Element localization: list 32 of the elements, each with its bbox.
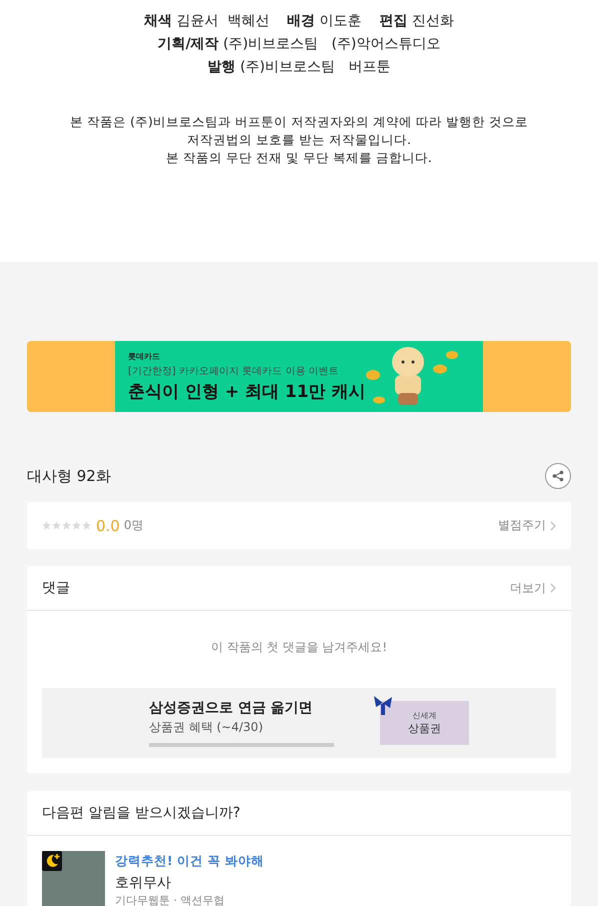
credit-line: 채색 김윤서 백혜선 배경 이도훈 편집 진선화 [143,12,455,31]
comic-genre: 기다무웹툰 · 액션무협 [115,894,226,906]
empty-comments-message: 이 작품의 첫 댓글을 남겨주세요! [210,639,388,656]
thumbnail-placeholder[interactable] [42,851,105,906]
rating-count: 0명 [124,517,144,534]
ad-headline: 삼성증권으로 연금 옮기면 [149,699,314,717]
copyright-notice: 본 작품은 (주)비브로스팀과 버프툰이 저작권자와의 계약에 따라 발행한 것으로 [69,113,529,131]
comic-title[interactable]: 호위무사 [115,874,264,892]
rating-score: 0.0 [96,516,120,534]
share-icon [552,470,564,482]
chevron-right-icon [550,520,556,530]
more-link[interactable]: 더보기 [510,580,556,596]
credit-line: 기획/제작 (주)비브로스팀 (주)악어스튜디오 [156,35,442,54]
moon-clock-badge-icon [42,851,62,871]
voucher-brand: 신세계 [412,710,436,721]
credit-line: 발행 (주)비브로스팀 버프툰 [206,58,392,77]
promo-banner[interactable]: 롯데카드 [기간한정] 카카오페이지 롯데카드 이용 이벤트 춘식이 인형 + 최대 11만 캐시 [27,341,571,412]
chevron-right-icon [550,583,556,593]
banner-subtitle: [기간한정] 카카오페이지 롯데카드 이용 이벤트 [128,365,340,378]
card-brand: 롯데카드 [128,351,161,362]
recommendation-tag: 강력추천! 이건 꼭 봐야해 [115,853,264,870]
comments-title: 댓글 [42,579,70,597]
ad-banner[interactable]: 삼성증권으로 연금 옮기면 상품권 혜택 (~4/30) 신세계 상품권 [42,688,556,758]
share-button[interactable] [545,463,571,489]
rate-link[interactable]: 별점주기 [498,517,556,534]
ad-subtitle: 상품권 혜택 (~4/30) [149,719,264,736]
notification-question: 다음편 알림을 받으시겠습니까? [42,804,240,822]
voucher-title: 상품권 [408,721,441,736]
episode-title: 대사형 92화 [27,466,111,486]
banner-headline: 춘식이 인형 + 최대 11만 캐시 [128,381,366,403]
copyright-notice: 저작권법의 보호를 받는 저작물입니다. [186,131,412,149]
copyright-notice: 본 작품의 무단 전재 및 무단 복제를 금합니다. [165,149,433,167]
